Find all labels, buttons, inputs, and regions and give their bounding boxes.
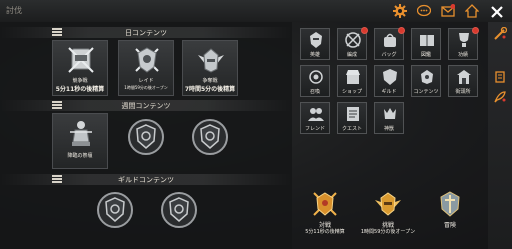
menu-item-street[interactable]: 街頭所 bbox=[448, 65, 478, 97]
guild-icon bbox=[383, 69, 397, 85]
close-icon[interactable] bbox=[490, 5, 504, 19]
weekly-section-title: 週間コンテンツ bbox=[121, 102, 171, 110]
menu-label: フレンド bbox=[304, 126, 325, 132]
challenge-emblem-icon bbox=[375, 192, 401, 216]
daily-tile-battle[interactable]: 争奪戦 7時間5分の後精算 bbox=[182, 40, 238, 96]
menu-label: ショップ bbox=[341, 89, 362, 95]
side-toolbar bbox=[488, 22, 512, 249]
weekly-tile-altar[interactable]: 降臨の祭壇 bbox=[52, 113, 108, 169]
menu-item-achievement[interactable]: 功績 bbox=[448, 27, 479, 60]
menu-label: 英雄 bbox=[309, 52, 320, 58]
menu-item-book[interactable]: 図鑑 bbox=[411, 28, 441, 60]
locked-shield-icon bbox=[97, 192, 133, 228]
daily-tile-competition[interactable]: 競争戦 5分11秒の後精算 bbox=[52, 40, 108, 96]
guild-section-header: ギルドコンテンツ bbox=[0, 174, 292, 185]
hero-icon bbox=[310, 32, 322, 48]
shop-icon bbox=[346, 70, 360, 84]
activity-timer: 1時間59分の後オープン bbox=[360, 229, 416, 235]
crossed-swords-icon bbox=[68, 47, 94, 73]
menu-label: 街頭所 bbox=[455, 89, 471, 95]
tile-name: 競争戦 bbox=[72, 78, 88, 84]
guild-section-title: ギルドコンテンツ bbox=[118, 176, 174, 184]
notification-badge bbox=[361, 27, 368, 34]
menu-item-friend[interactable]: フレンド bbox=[300, 102, 330, 134]
top-bar: 討伐 bbox=[0, 0, 512, 22]
daily-tile-raid[interactable]: レイド 1時間59分の後オープン bbox=[118, 40, 174, 96]
raid-emblem-icon bbox=[135, 47, 159, 73]
menu-item-beast[interactable]: 神獣 bbox=[374, 102, 404, 134]
content-icon bbox=[421, 70, 433, 84]
activity-name: 冒険 bbox=[443, 222, 456, 229]
chat-icon[interactable] bbox=[417, 4, 431, 18]
notification-badge bbox=[398, 27, 405, 34]
home-icon[interactable] bbox=[465, 4, 479, 18]
menu-item-content[interactable]: コンテンツ bbox=[411, 65, 441, 97]
menu-label: 神獣 bbox=[383, 126, 394, 132]
main-menu-panel: 英雄 編成 バッグ 図鑑 功績 召喚 ショップ ギルド コンテンツ 街頭所 フレ… bbox=[292, 22, 488, 249]
achievement-icon bbox=[459, 33, 469, 47]
winged-helmet-icon bbox=[198, 48, 224, 73]
tile-name: レイド bbox=[138, 78, 154, 84]
locked-shield-icon bbox=[192, 119, 228, 155]
activity-pvp[interactable]: 対戦 5分11秒の後精算 bbox=[295, 190, 355, 240]
tile-timer: 7時間5分の後精算 bbox=[184, 86, 236, 93]
altar-statue-icon bbox=[70, 121, 92, 146]
scroll-icon[interactable] bbox=[493, 70, 507, 84]
notification-badge bbox=[472, 27, 479, 34]
adventure-emblem-icon bbox=[440, 191, 460, 217]
menu-item-guild[interactable]: ギルド bbox=[374, 65, 404, 97]
friend-icon bbox=[308, 108, 324, 121]
menu-label: 編成 bbox=[346, 52, 357, 58]
bag-icon bbox=[384, 33, 396, 47]
menu-label: 召喚 bbox=[309, 89, 320, 95]
menu-label: 功績 bbox=[457, 52, 468, 58]
menu-item-shop[interactable]: ショップ bbox=[337, 65, 367, 97]
quest-icon bbox=[347, 107, 359, 121]
book-icon bbox=[420, 35, 434, 46]
activity-adventure[interactable]: 冒険 bbox=[420, 190, 480, 240]
menu-label: クエスト bbox=[341, 126, 362, 132]
mail-icon[interactable] bbox=[441, 4, 455, 18]
locked-shield-icon bbox=[128, 119, 164, 155]
activity-timer: 5分11秒の後精算 bbox=[305, 229, 345, 235]
activity-challenge[interactable]: 挑戦 1時間59分の後オープン bbox=[358, 190, 418, 240]
locked-shield-icon bbox=[161, 192, 197, 228]
weekly-section-header: 週間コンテンツ bbox=[0, 100, 292, 111]
menu-item-formation[interactable]: 編成 bbox=[337, 27, 368, 60]
tile-name: 降臨の祭壇 bbox=[67, 153, 93, 159]
menu-item-bag[interactable]: バッグ bbox=[374, 27, 405, 60]
feather-icon[interactable] bbox=[493, 90, 507, 104]
menu-label: 図鑑 bbox=[420, 52, 431, 58]
daily-section-title: 日コンテンツ bbox=[125, 29, 167, 37]
window-title: 討伐 bbox=[6, 6, 22, 15]
beast-icon bbox=[384, 108, 396, 119]
tile-timer: 5分11秒の後精算 bbox=[55, 86, 105, 93]
pvp-emblem-icon bbox=[313, 192, 337, 216]
content-panel: 日コンテンツ 競争戦 5分11秒の後精算 レイド 1時間59分の後オープン 争奪… bbox=[0, 22, 292, 249]
tool-icon[interactable] bbox=[493, 27, 507, 41]
tile-name: 争奪戦 bbox=[202, 78, 218, 84]
tile-timer: 1時間59分の後オープン bbox=[124, 85, 168, 90]
daily-section-header: 日コンテンツ bbox=[0, 27, 292, 38]
summon-icon bbox=[309, 70, 323, 84]
settings-icon[interactable] bbox=[393, 4, 407, 18]
menu-item-hero[interactable]: 英雄 bbox=[300, 28, 330, 60]
menu-item-quest[interactable]: クエスト bbox=[337, 102, 367, 134]
street-icon bbox=[457, 70, 471, 84]
menu-item-summon[interactable]: 召喚 bbox=[300, 65, 330, 97]
menu-label: ギルド bbox=[381, 89, 397, 95]
menu-label: コンテンツ bbox=[413, 89, 439, 95]
formation-icon bbox=[345, 32, 361, 48]
menu-label: バッグ bbox=[381, 52, 397, 58]
